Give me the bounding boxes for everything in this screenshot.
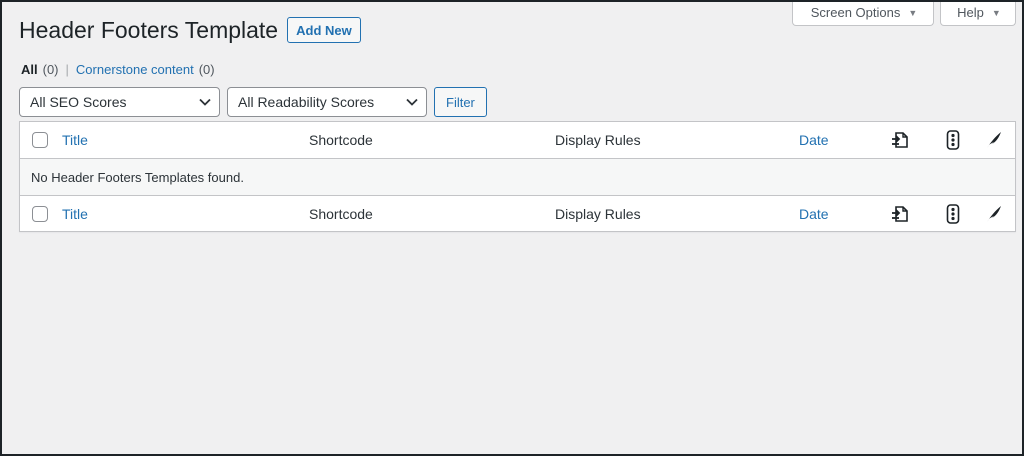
filter-button[interactable]: Filter	[434, 87, 487, 117]
readability-score-selected: All Readability Scores	[238, 94, 375, 110]
view-cornerstone[interactable]: Cornerstone content	[76, 62, 194, 77]
caret-down-icon: ▼	[991, 7, 1001, 18]
caret-down-icon: ▼	[908, 7, 918, 18]
view-separator: |	[65, 62, 69, 77]
view-cornerstone-count: (0)	[198, 62, 215, 77]
chevron-down-icon	[406, 98, 418, 106]
seo-score-icon	[943, 203, 963, 224]
readability-quill-icon	[984, 130, 1004, 150]
column-date-sort-footer[interactable]: Date	[799, 206, 829, 222]
page-title: Header Footers Template	[19, 17, 279, 43]
add-new-button[interactable]: Add New	[287, 17, 361, 43]
column-shortcode: Shortcode	[309, 132, 373, 148]
view-all-count: (0)	[42, 62, 59, 77]
templates-table: Title Shortcode Display Rules Date No He…	[19, 121, 1016, 232]
column-date-sort[interactable]: Date	[799, 132, 829, 148]
column-display-rules-footer: Display Rules	[555, 205, 641, 222]
seo-score-icon	[943, 130, 963, 150]
seo-score-select[interactable]: All SEO Scores	[19, 87, 220, 117]
screen-meta-links: Screen Options ▼ Help ▼	[792, 0, 1016, 26]
internal-links-icon	[890, 204, 910, 224]
table-header-row: Title Shortcode Display Rules Date	[20, 122, 1015, 159]
readability-quill-icon	[984, 204, 1004, 224]
internal-links-icon	[890, 130, 910, 150]
screen-options-button[interactable]: Screen Options ▼	[792, 0, 934, 26]
table-footer-row: Title Shortcode Display Rules Date	[20, 195, 1015, 231]
view-all[interactable]: All	[21, 62, 38, 77]
readability-score-select[interactable]: All Readability Scores	[227, 87, 427, 117]
column-display-rules: Display Rules	[555, 132, 641, 148]
empty-message: No Header Footers Templates found.	[31, 169, 244, 185]
view-filters: All (0) | Cornerstone content (0)	[21, 62, 215, 77]
help-button[interactable]: Help ▼	[940, 0, 1016, 26]
seo-score-selected: All SEO Scores	[30, 94, 127, 110]
empty-row: No Header Footers Templates found.	[20, 159, 1015, 195]
table-filters: All SEO Scores All Readability Scores Fi…	[19, 87, 487, 117]
help-label: Help	[957, 5, 984, 20]
select-all-checkbox-footer[interactable]	[32, 205, 48, 222]
heading-row: Header Footers Template Add New	[19, 16, 361, 44]
screen-options-label: Screen Options	[810, 5, 901, 20]
column-title-sort[interactable]: Title	[62, 132, 88, 148]
column-shortcode-footer: Shortcode	[309, 205, 373, 222]
column-title-sort-footer[interactable]: Title	[62, 206, 88, 222]
select-all-checkbox[interactable]	[32, 132, 48, 148]
chevron-down-icon	[199, 98, 211, 106]
